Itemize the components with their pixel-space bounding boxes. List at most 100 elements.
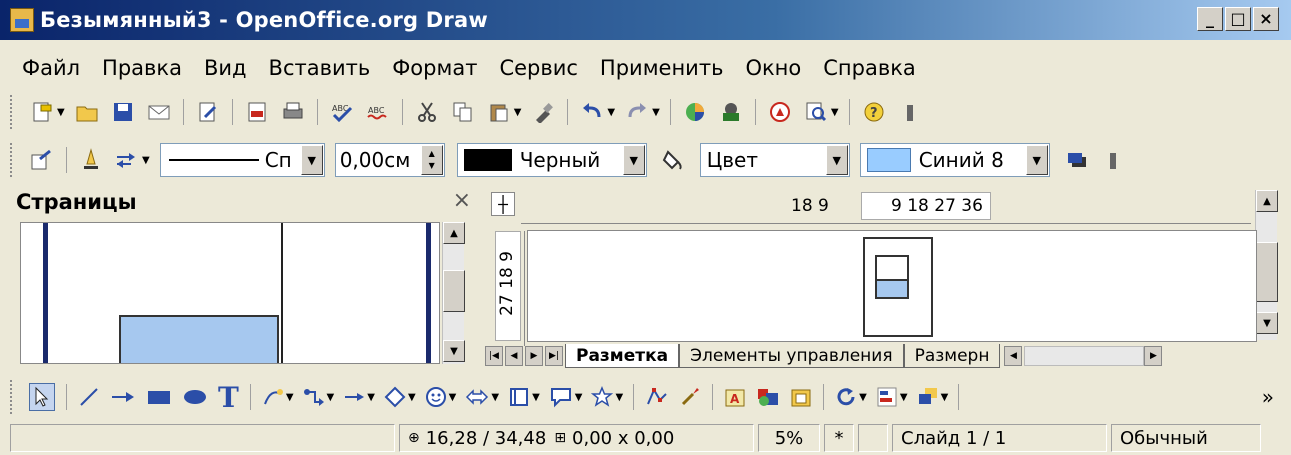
toolbar-grip[interactable]: [10, 95, 16, 129]
flowchart-icon[interactable]: [508, 386, 530, 408]
ellipse-tool-icon[interactable]: [182, 386, 208, 408]
chart-icon[interactable]: [682, 99, 708, 125]
select-arrow-icon[interactable]: [29, 383, 55, 411]
toolbar-grip[interactable]: [10, 143, 16, 177]
line-color-select[interactable]: Черный ▼: [456, 143, 647, 177]
menu-insert[interactable]: Вставить: [269, 56, 371, 80]
symbol-shapes-dropdown-icon[interactable]: ▼: [449, 392, 457, 403]
last-tab-icon[interactable]: ▶|: [545, 346, 563, 366]
styles-formatting-icon[interactable]: [29, 147, 55, 173]
canvas-vertical-scrollbar[interactable]: ▲ ▼: [1255, 190, 1278, 340]
menu-modify[interactable]: Применить: [600, 56, 724, 80]
points-edit-icon[interactable]: [645, 386, 669, 408]
callouts-dropdown-icon[interactable]: ▼: [575, 392, 583, 403]
zoom-level[interactable]: 5%: [758, 424, 820, 452]
glue-points-icon[interactable]: [679, 386, 701, 408]
alignment-icon[interactable]: [876, 386, 898, 408]
csv-data-icon[interactable]: [718, 99, 744, 125]
email-icon[interactable]: [146, 99, 172, 125]
prev-tab-icon[interactable]: ◀: [505, 346, 523, 366]
cut-icon[interactable]: [414, 99, 440, 125]
curve-dropdown-icon[interactable]: ▼: [286, 392, 294, 403]
drawing-canvas[interactable]: [527, 230, 1257, 342]
insert-image-icon[interactable]: [756, 386, 780, 408]
scroll-up-icon[interactable]: ▲: [443, 222, 465, 244]
gallery-icon[interactable]: [790, 386, 812, 408]
line-width-field[interactable]: 0,00см ▲ ▼: [334, 143, 445, 177]
scroll-right-icon[interactable]: ▶: [1144, 346, 1163, 366]
shadow-icon[interactable]: [1064, 147, 1090, 173]
page-thumbnail-view[interactable]: [20, 222, 440, 364]
scroll-up-icon[interactable]: ▲: [1256, 190, 1278, 212]
scroll-left-icon[interactable]: ◀: [1004, 346, 1023, 366]
vertical-ruler[interactable]: 27 18 9: [491, 231, 525, 346]
help-icon[interactable]: ?: [861, 99, 887, 125]
area-color-select[interactable]: Синий 8 ▼: [859, 143, 1050, 177]
arrange-icon[interactable]: [917, 386, 939, 408]
toolbar-grip[interactable]: [10, 380, 16, 414]
new-dropdown-icon[interactable]: ▼: [57, 107, 65, 118]
print-icon[interactable]: [280, 99, 306, 125]
rotate-dropdown-icon[interactable]: ▼: [859, 392, 867, 403]
line-arrow-tool-icon[interactable]: [110, 386, 136, 408]
menu-window[interactable]: Окно: [745, 56, 801, 80]
paste-icon[interactable]: [486, 99, 512, 125]
next-tab-icon[interactable]: ▶: [525, 346, 543, 366]
flowchart-dropdown-icon[interactable]: ▼: [532, 392, 540, 403]
stars-dropdown-icon[interactable]: ▼: [615, 392, 623, 403]
more-tools-icon[interactable]: »: [1262, 385, 1274, 409]
arrow-style-dropdown-icon[interactable]: ▼: [142, 155, 150, 166]
signature-field[interactable]: [858, 424, 888, 452]
line-tool-icon[interactable]: [78, 386, 100, 408]
export-pdf-icon[interactable]: [244, 99, 270, 125]
fontwork-icon[interactable]: A: [724, 386, 746, 408]
undo-dropdown-icon[interactable]: ▼: [607, 107, 615, 118]
rectangle-tool-icon[interactable]: [146, 386, 172, 408]
navigator-icon[interactable]: [767, 99, 793, 125]
curve-tool-icon[interactable]: [262, 386, 284, 408]
close-button[interactable]: ×: [1253, 7, 1279, 31]
paste-dropdown-icon[interactable]: ▼: [514, 107, 522, 118]
line-icon[interactable]: [78, 147, 104, 173]
stars-icon[interactable]: [591, 386, 614, 408]
lines-arrows-dropdown-icon[interactable]: ▼: [367, 392, 375, 403]
connector-dropdown-icon[interactable]: ▼: [327, 392, 335, 403]
basic-shapes-dropdown-icon[interactable]: ▼: [408, 392, 416, 403]
horizontal-scrollbar[interactable]: [1024, 346, 1145, 366]
edit-file-icon[interactable]: [195, 99, 221, 125]
alignment-dropdown-icon[interactable]: ▼: [900, 392, 908, 403]
spellcheck-icon[interactable]: ABC: [329, 99, 355, 125]
tab-dimension-lines[interactable]: Размерн: [903, 344, 1001, 368]
menu-file[interactable]: Файл: [22, 56, 80, 80]
block-arrows-icon[interactable]: [465, 386, 489, 408]
text-tool-icon[interactable]: T: [218, 381, 239, 414]
autospellcheck-icon[interactable]: ABC: [365, 99, 391, 125]
chevron-down-icon[interactable]: ▼: [1025, 145, 1048, 175]
maximize-button[interactable]: □: [1225, 7, 1251, 31]
redo-icon[interactable]: [624, 99, 650, 125]
symbol-shapes-icon[interactable]: [425, 386, 447, 408]
area-fill-icon[interactable]: [661, 147, 687, 173]
block-arrows-dropdown-icon[interactable]: ▼: [491, 392, 499, 403]
save-icon[interactable]: [110, 99, 136, 125]
arrow-style-icon[interactable]: [114, 147, 140, 173]
callouts-icon[interactable]: [549, 386, 573, 408]
spinner-icon[interactable]: ▲ ▼: [420, 145, 443, 175]
menu-tools[interactable]: Сервис: [499, 56, 577, 80]
zoom-icon[interactable]: [803, 99, 829, 125]
close-icon[interactable]: ×: [453, 188, 471, 213]
scroll-down-icon[interactable]: ▼: [443, 340, 465, 362]
copy-icon[interactable]: [450, 99, 476, 125]
rotate-icon[interactable]: [835, 386, 857, 408]
menu-format[interactable]: Формат: [392, 56, 477, 80]
minimize-button[interactable]: _: [1197, 7, 1223, 31]
redo-dropdown-icon[interactable]: ▼: [652, 107, 660, 118]
arrange-dropdown-icon[interactable]: ▼: [941, 392, 949, 403]
scroll-thumb[interactable]: [1256, 242, 1278, 302]
area-style-select[interactable]: Цвет ▼: [699, 143, 850, 177]
pages-scrollbar[interactable]: ▲ ▼: [442, 222, 465, 364]
menu-help[interactable]: Справка: [823, 56, 916, 80]
first-tab-icon[interactable]: |◀: [485, 346, 503, 366]
format-paintbrush-icon[interactable]: [530, 99, 556, 125]
blue-rectangle-shape[interactable]: [875, 279, 909, 299]
